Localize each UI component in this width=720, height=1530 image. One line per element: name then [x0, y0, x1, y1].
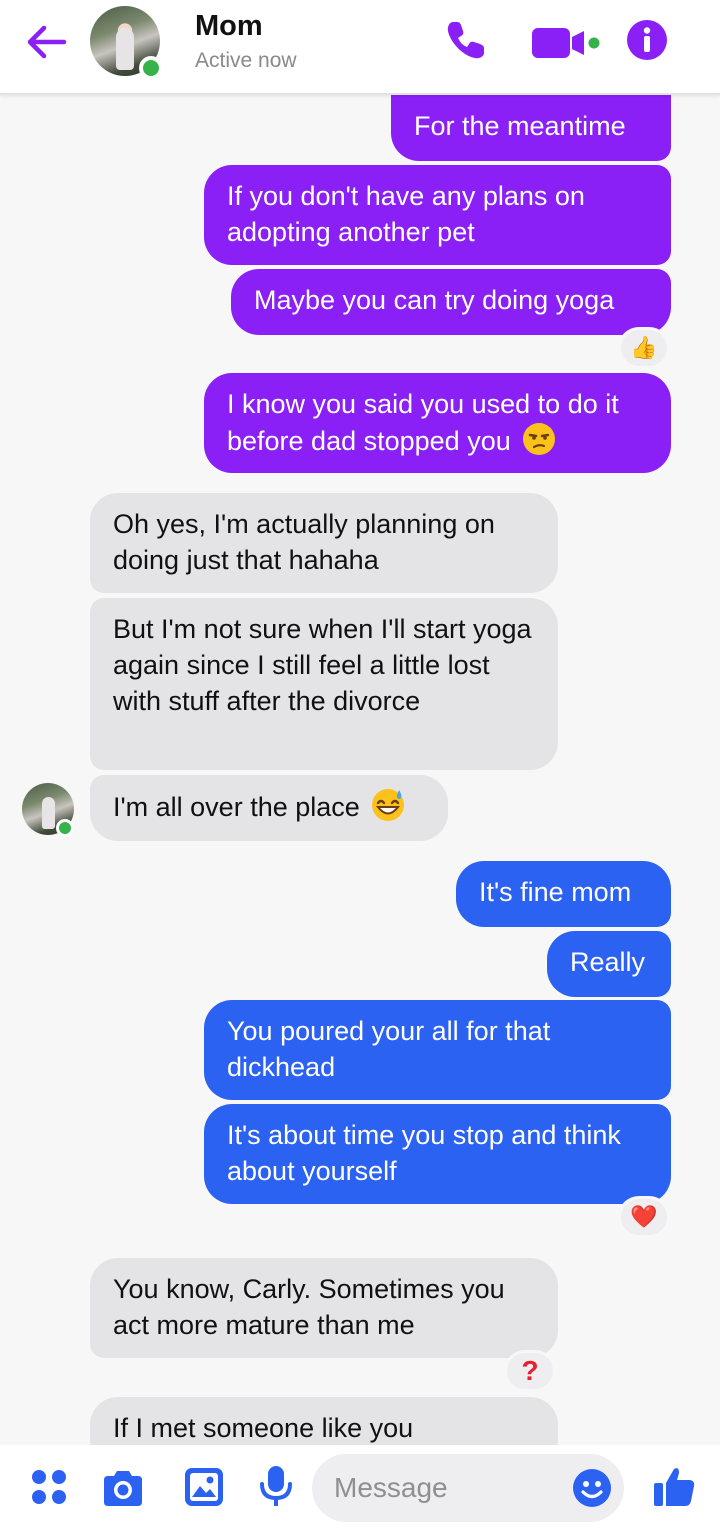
message-text: If I met someone like you: [113, 1413, 414, 1443]
message-text: I know you said you used to do it before…: [227, 389, 619, 456]
message-text: For the meantime: [414, 111, 626, 141]
apps-icon[interactable]: [29, 1467, 69, 1507]
message-input[interactable]: Message: [312, 1454, 624, 1522]
video-icon[interactable]: [530, 22, 602, 62]
reaction-badge[interactable]: 👍: [618, 327, 670, 369]
message-bubble-incoming[interactable]: If I met someone like you: [90, 1397, 558, 1445]
message-text: You poured your all for that dickhead: [227, 1016, 551, 1082]
online-indicator: [56, 819, 74, 837]
phone-icon[interactable]: [444, 18, 488, 62]
contact-status: Active now: [195, 49, 297, 72]
message-bubble-incoming[interactable]: I'm all over the place: [90, 775, 448, 841]
message-bubble-outgoing[interactable]: For the meantime: [391, 95, 671, 161]
thumbs-up-icon[interactable]: [652, 1464, 696, 1508]
message-bubble-outgoing[interactable]: If you don't have any plans on adopting …: [204, 165, 671, 265]
heart-reaction-icon: ❤️: [630, 1204, 658, 1229]
message-placeholder: Message: [334, 1472, 448, 1503]
message-text: I'm all over the place: [113, 792, 360, 822]
reaction-badge[interactable]: ?: [504, 1350, 556, 1392]
message-text: It's fine mom: [479, 877, 632, 907]
composer-bar: Message: [0, 1445, 720, 1530]
message-bubble-outgoing[interactable]: Really: [547, 931, 671, 997]
message-thread[interactable]: For the meantime If you don't have any p…: [0, 95, 720, 1445]
question-mark-reaction-icon: ?: [521, 1355, 539, 1386]
message-bubble-outgoing[interactable]: Maybe you can try doing yoga: [231, 269, 671, 335]
microphone-icon[interactable]: [258, 1464, 294, 1510]
message-bubble-incoming[interactable]: But I'm not sure when I'll start yoga ag…: [90, 598, 558, 770]
message-text: Maybe you can try doing yoga: [254, 285, 615, 315]
message-text: Really: [570, 947, 646, 977]
message-bubble-outgoing[interactable]: I know you said you used to do it before…: [204, 373, 671, 473]
message-bubble-incoming[interactable]: You know, Carly. Sometimes you act more …: [90, 1258, 558, 1358]
message-text: But I'm not sure when I'll start yoga ag…: [113, 614, 532, 716]
message-bubble-incoming[interactable]: Oh yes, I'm actually planning on doing j…: [90, 493, 558, 593]
grinning-sweat-face-icon: [372, 789, 405, 821]
message-text: If you don't have any plans on adopting …: [227, 181, 585, 247]
back-arrow-icon[interactable]: [24, 22, 68, 62]
info-icon[interactable]: [626, 19, 668, 61]
message-bubble-outgoing[interactable]: It's fine mom: [456, 861, 671, 927]
contact-name[interactable]: Mom: [195, 10, 263, 43]
camera-icon[interactable]: [100, 1468, 146, 1508]
emoji-icon[interactable]: [572, 1468, 612, 1508]
thumbs-up-reaction-icon: 👍: [630, 335, 658, 360]
message-bubble-outgoing[interactable]: It's about time you stop and think about…: [204, 1104, 671, 1204]
online-indicator: [139, 56, 163, 80]
unamused-face-icon: [523, 423, 556, 455]
message-bubble-outgoing[interactable]: You poured your all for that dickhead: [204, 1000, 671, 1100]
conversation-header: Mom Active now: [0, 0, 720, 95]
gallery-icon[interactable]: [183, 1466, 225, 1508]
message-text: It's about time you stop and think about…: [227, 1120, 621, 1186]
message-text: Oh yes, I'm actually planning on doing j…: [113, 509, 495, 575]
message-text: You know, Carly. Sometimes you act more …: [113, 1274, 505, 1340]
reaction-badge[interactable]: ❤️: [618, 1196, 670, 1238]
